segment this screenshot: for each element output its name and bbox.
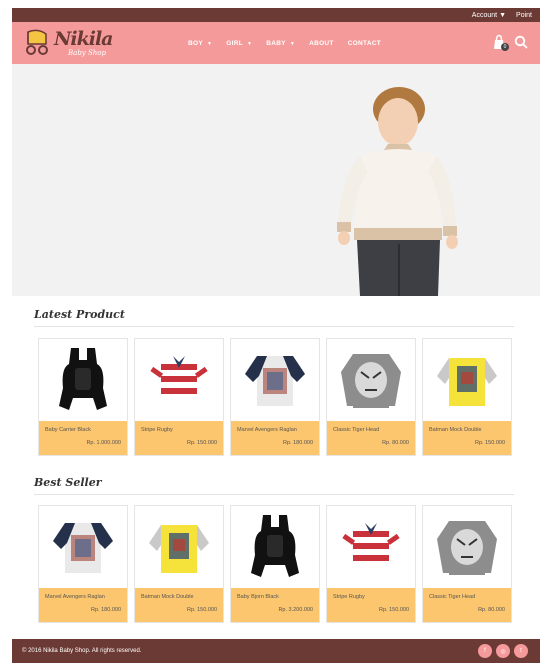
product-info: Classic Tiger Head Rp. 80.000 xyxy=(423,588,511,622)
product-info: Batman Mock Double Rp. 150.000 xyxy=(135,588,223,622)
batman-shirt-image xyxy=(423,339,511,421)
cart-button[interactable]: 0 xyxy=(492,34,509,51)
product-card[interactable]: Classic Tiger Head Rp. 80.000 xyxy=(422,505,512,623)
product-price: Rp. 150.000 xyxy=(187,607,217,613)
tiger-head-image xyxy=(423,506,511,588)
nav-item-baby[interactable]: BABY ▼ xyxy=(266,40,295,47)
product-card[interactable]: Classic Tiger Head Rp. 80.000 xyxy=(326,338,416,456)
logo[interactable]: Nikila Baby Shop xyxy=(24,26,124,60)
section-divider xyxy=(34,326,514,327)
nav-menu: BOY ▼ GIRL ▼ BABY ▼ ABOUT CONTACT xyxy=(188,22,381,64)
logo-text: Nikila xyxy=(54,28,113,50)
raglan-shirt-image xyxy=(39,506,127,588)
section-divider xyxy=(34,494,514,495)
search-icon[interactable] xyxy=(514,35,528,49)
batman-shirt-image xyxy=(135,506,223,588)
hero-child-image xyxy=(337,87,458,296)
raglan-shirt-image xyxy=(231,339,319,421)
product-name[interactable]: Baby Carrier Black xyxy=(45,427,121,433)
product-info: Baby Carrier Black Rp. 1.000.000 xyxy=(39,421,127,455)
product-info: Marvel Avengers Raglan Rp. 180.000 xyxy=(231,421,319,455)
hero-banner[interactable] xyxy=(12,64,540,296)
product-info: Batman Mock Double Rp. 150.000 xyxy=(423,421,511,455)
best-seller-grid: Marvel Avengers Raglan Rp. 180.000 Batma… xyxy=(38,505,512,623)
product-name[interactable]: Classic Tiger Head xyxy=(429,594,505,600)
caret-down-icon: ▼ xyxy=(206,40,213,47)
page: Account ▼ Point Nikila Baby Shop BOY ▼ GI… xyxy=(12,8,540,663)
top-bar: Account ▼ Point xyxy=(12,8,540,22)
product-name[interactable]: Marvel Avengers Raglan xyxy=(237,427,313,433)
product-price: Rp. 3.200.000 xyxy=(278,607,313,613)
baby-carrier-image xyxy=(231,506,319,588)
product-name[interactable]: Classic Tiger Head xyxy=(333,427,409,433)
account-menu[interactable]: Account ▼ xyxy=(472,12,506,19)
striped-rugby-image xyxy=(327,506,415,588)
caret-down-icon: ▼ xyxy=(499,11,507,19)
product-price: Rp. 150.000 xyxy=(475,440,505,446)
product-card[interactable]: Baby Carrier Black Rp. 1.000.000 xyxy=(38,338,128,456)
point-link[interactable]: Point xyxy=(516,12,532,19)
product-name[interactable]: Batman Mock Double xyxy=(141,594,217,600)
nav-item-girl[interactable]: GIRL ▼ xyxy=(226,40,252,47)
product-price: Rp. 80.000 xyxy=(478,607,505,613)
cart-count-badge: 0 xyxy=(501,43,509,51)
product-name[interactable]: Stripe Rugby xyxy=(141,427,217,433)
caret-down-icon: ▼ xyxy=(246,40,253,47)
product-price: Rp. 1.000.000 xyxy=(86,440,121,446)
product-card[interactable]: Baby Bjorn Black Rp. 3.200.000 xyxy=(230,505,320,623)
product-price: Rp. 150.000 xyxy=(379,607,409,613)
logo-subtitle: Baby Shop xyxy=(68,49,106,57)
product-card[interactable]: Batman Mock Double Rp. 150.000 xyxy=(134,505,224,623)
striped-rugby-image xyxy=(135,339,223,421)
product-info: Stripe Rugby Rp. 150.000 xyxy=(327,588,415,622)
latest-product-grid: Baby Carrier Black Rp. 1.000.000 Stripe … xyxy=(38,338,512,456)
product-card[interactable]: Batman Mock Double Rp. 150.000 xyxy=(422,338,512,456)
baby-carrier-image xyxy=(39,339,127,421)
social-links: f ◎ t xyxy=(478,644,528,658)
best-seller-title: Best Seller xyxy=(34,476,102,489)
facebook-icon[interactable]: f xyxy=(478,644,492,658)
product-card[interactable]: Stripe Rugby Rp. 150.000 xyxy=(326,505,416,623)
copyright-text: © 2016 Nikila Baby Shop. All rights rese… xyxy=(22,648,142,654)
product-price: Rp. 180.000 xyxy=(91,607,121,613)
product-price: Rp. 150.000 xyxy=(187,440,217,446)
twitter-icon[interactable]: t xyxy=(514,644,528,658)
product-info: Classic Tiger Head Rp. 80.000 xyxy=(327,421,415,455)
nav-item-boy[interactable]: BOY ▼ xyxy=(188,40,212,47)
footer: © 2016 Nikila Baby Shop. All rights rese… xyxy=(12,639,540,663)
caret-down-icon: ▼ xyxy=(289,40,296,47)
nav-item-about[interactable]: ABOUT xyxy=(309,40,334,47)
product-price: Rp. 180.000 xyxy=(283,440,313,446)
nav-item-contact[interactable]: CONTACT xyxy=(348,40,381,47)
tiger-head-image xyxy=(327,339,415,421)
product-name[interactable]: Baby Bjorn Black xyxy=(237,594,313,600)
stroller-icon xyxy=(26,29,48,55)
product-price: Rp. 80.000 xyxy=(382,440,409,446)
product-info: Marvel Avengers Raglan Rp. 180.000 xyxy=(39,588,127,622)
product-card[interactable]: Marvel Avengers Raglan Rp. 180.000 xyxy=(38,505,128,623)
product-info: Stripe Rugby Rp. 150.000 xyxy=(135,421,223,455)
main-navbar: Nikila Baby Shop BOY ▼ GIRL ▼ BABY ▼ ABO… xyxy=(12,22,540,64)
product-info: Baby Bjorn Black Rp. 3.200.000 xyxy=(231,588,319,622)
product-name[interactable]: Batman Mock Double xyxy=(429,427,505,433)
product-card[interactable]: Marvel Avengers Raglan Rp. 180.000 xyxy=(230,338,320,456)
product-card[interactable]: Stripe Rugby Rp. 150.000 xyxy=(134,338,224,456)
nav-icons: 0 xyxy=(492,34,528,51)
instagram-icon[interactable]: ◎ xyxy=(496,644,510,658)
latest-product-title: Latest Product xyxy=(34,308,125,321)
product-name[interactable]: Marvel Avengers Raglan xyxy=(45,594,121,600)
product-name[interactable]: Stripe Rugby xyxy=(333,594,409,600)
